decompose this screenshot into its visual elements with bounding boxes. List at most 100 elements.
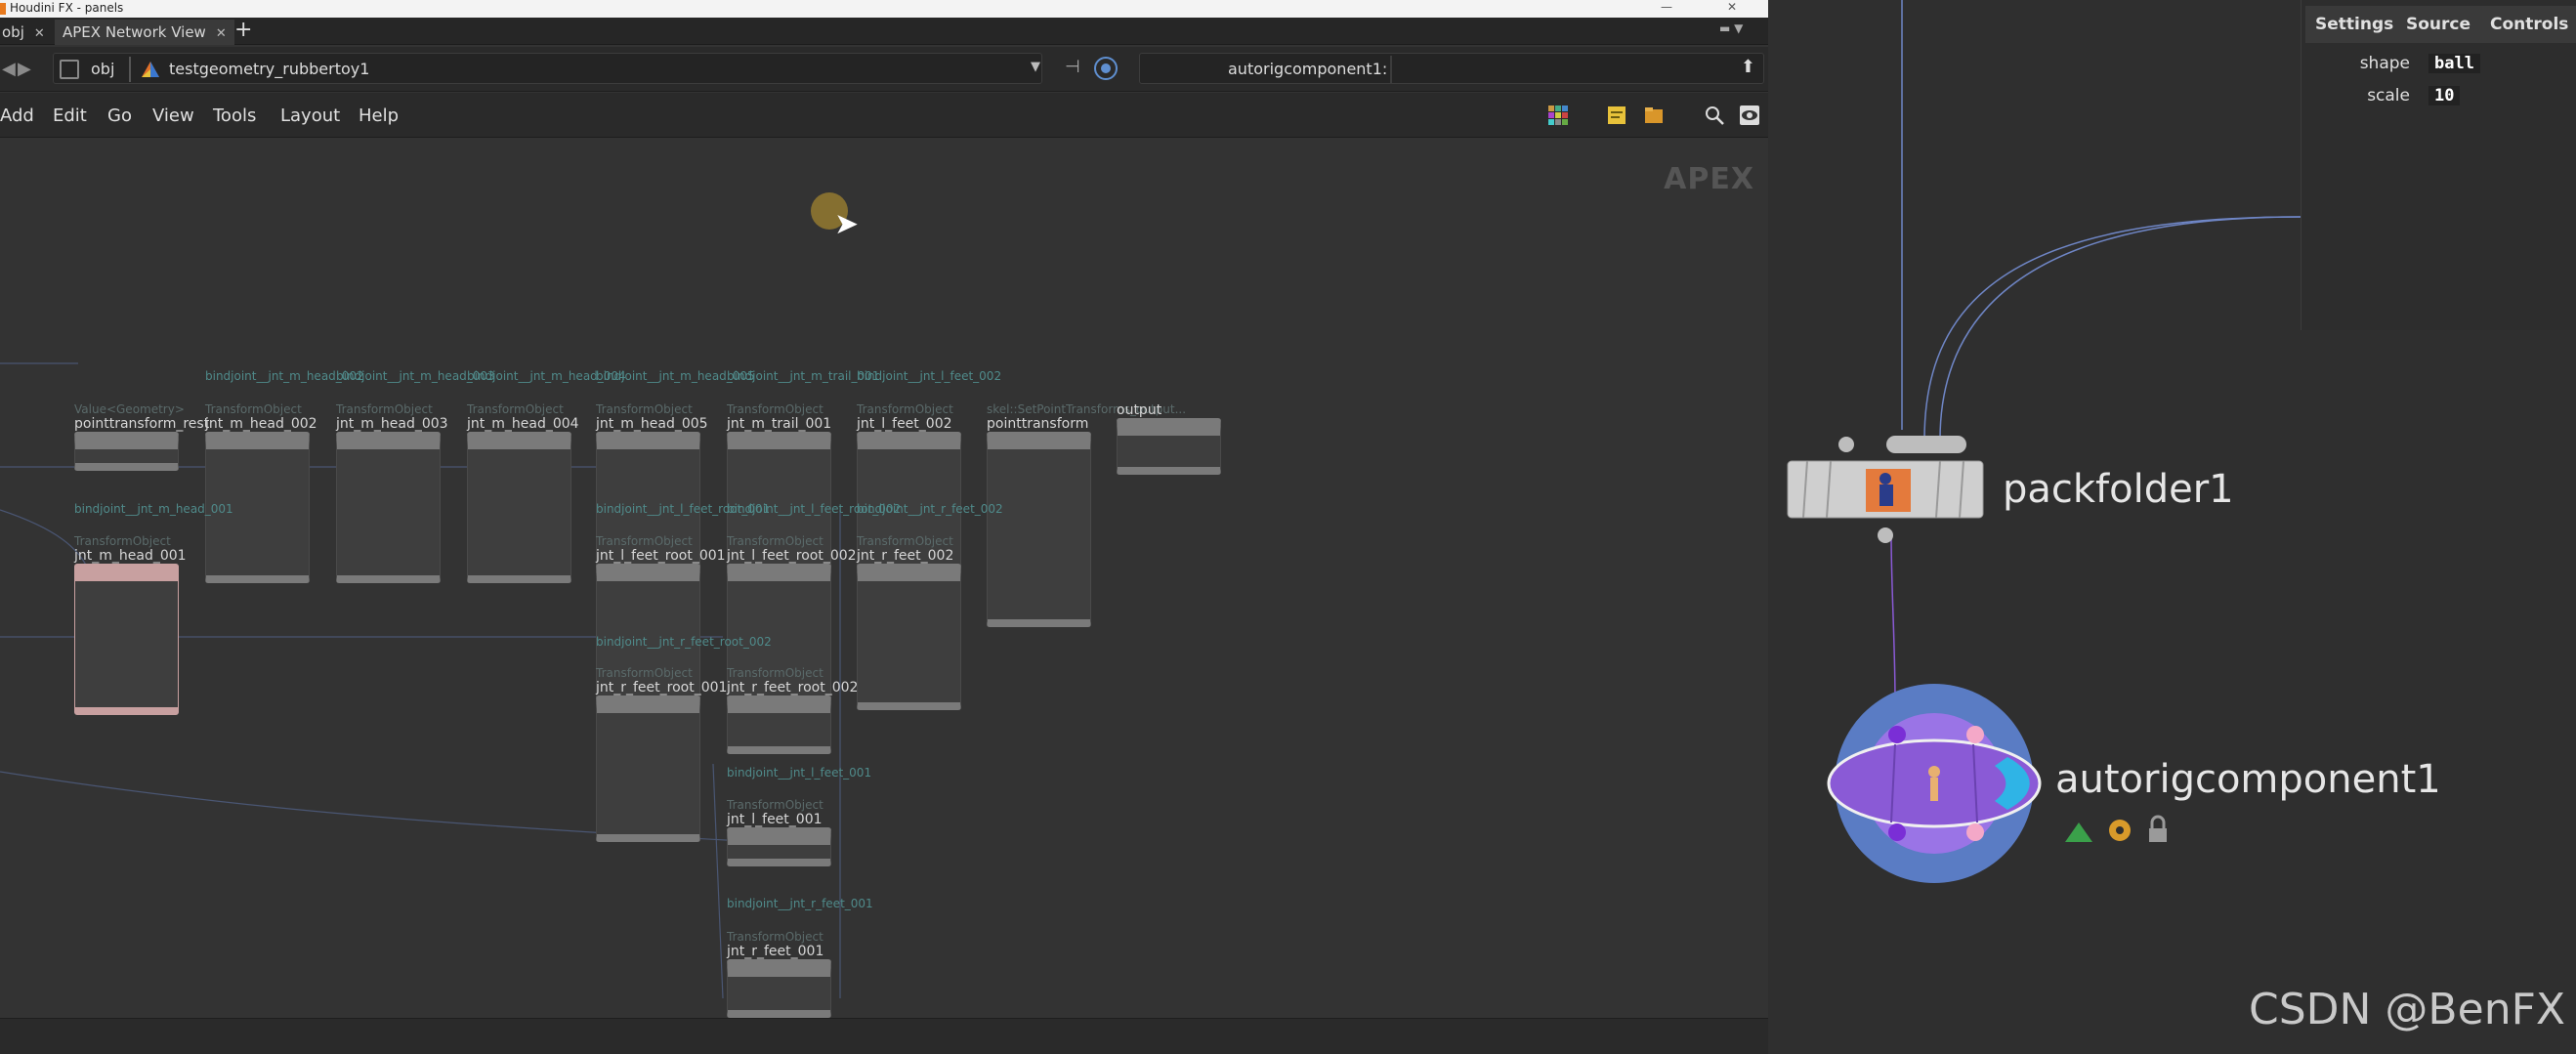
path-dropdown-icon[interactable]: ▼ (1031, 60, 1040, 74)
close-tab-icon[interactable]: ✕ (34, 26, 45, 41)
node-body[interactable] (336, 432, 441, 583)
autorig-output-dot[interactable] (1966, 823, 1984, 841)
apex-node[interactable]: TransformObject jnt_m_head_003 (336, 402, 448, 583)
node-name: output (1117, 402, 1162, 418)
search-icon[interactable] (1704, 105, 1725, 126)
grid-color-palette-icon[interactable] (1547, 105, 1569, 126)
lock-icon (2149, 828, 2167, 842)
node-category: TransformObject (727, 798, 823, 812)
node-name: jnt_l_feet_001 (727, 812, 823, 827)
apex-badge: APEX (1664, 162, 1754, 196)
apex-node[interactable]: TransformObject jnt_r_feet_root_001 (596, 666, 727, 842)
tab-controls[interactable]: Controls (2480, 6, 2576, 43)
node-body[interactable] (467, 432, 571, 583)
apex-node[interactable]: TransformObject jnt_r_feet_001 (727, 930, 831, 1018)
apex-node[interactable]: TransformObject jnt_m_head_001 (74, 534, 187, 715)
apex-node[interactable]: TransformObject jnt_l_feet_001 (727, 798, 831, 866)
apex-node[interactable]: TransformObject jnt_r_feet_002 (857, 534, 961, 710)
network-path-field[interactable]: obj testgeometry_rubbertoy1 ▼ (53, 53, 1042, 84)
window-titlebar: Houdini FX - panels — ✕ (0, 0, 1768, 18)
bind-label: bindjoint__jnt_r_feet_002 (857, 502, 1003, 516)
bind-label: bindjoint__jnt_m_head_001 (74, 502, 233, 516)
network-canvas[interactable]: APEX Value<Geometry> pointtransform_rest… (0, 139, 1768, 1018)
network-box-icon[interactable] (1643, 105, 1665, 126)
node-body[interactable] (74, 432, 179, 471)
autorig-input-dot[interactable] (1888, 726, 1906, 743)
menu-view[interactable]: View (152, 105, 194, 126)
tab-obj[interactable]: obj ✕ (0, 20, 53, 45)
link-target-icon[interactable] (1094, 57, 1118, 80)
pin-icon[interactable]: ⊣ (1065, 57, 1086, 78)
node-name: jnt_m_head_003 (336, 416, 448, 432)
apex-node[interactable]: output (1117, 402, 1221, 475)
node-body[interactable] (857, 564, 961, 710)
add-tab-icon[interactable]: + (234, 18, 254, 43)
status-bar (0, 1018, 1768, 1054)
bind-label: bindjoint__jnt_l_feet_001 (727, 766, 872, 780)
packfolder-input-pill[interactable] (1886, 436, 1966, 453)
node-category: TransformObject (596, 534, 693, 548)
node-body[interactable] (987, 432, 1091, 627)
param-shape-value[interactable]: ball (2428, 54, 2480, 73)
node-name: jnt_r_feet_001 (727, 944, 824, 959)
node-body[interactable] (74, 564, 179, 715)
window-title: Houdini FX - panels (10, 1, 124, 15)
node-name: jnt_m_head_002 (205, 416, 317, 432)
apex-node[interactable]: TransformObject jnt_r_feet_root_002 (727, 666, 858, 754)
menu-add[interactable]: Add (0, 105, 34, 126)
autorig-input-dot[interactable] (1966, 726, 1984, 743)
node-body[interactable] (727, 827, 831, 866)
path-obj[interactable]: obj (91, 60, 114, 78)
back-arrow-icon[interactable]: ◀ (2, 59, 16, 79)
apex-node[interactable]: Value<Geometry> pointtransform_rest (74, 402, 209, 471)
node-name: jnt_m_head_001 (74, 548, 187, 564)
close-tab-icon[interactable]: ✕ (216, 26, 227, 41)
param-scale-label: scale (2367, 86, 2410, 105)
minimize-icon[interactable]: — (1661, 0, 1672, 14)
node-category: TransformObject (857, 534, 953, 548)
bind-label: bindjoint__jnt_l_feet_002 (857, 369, 1002, 383)
apex-node[interactable]: TransformObject jnt_m_head_002 (205, 402, 317, 583)
tab-label: APEX Network View (63, 23, 206, 41)
node-category: TransformObject (74, 534, 171, 548)
param-scale-value[interactable]: 10 (2428, 86, 2461, 105)
path-separator (129, 57, 131, 82)
tab-settings[interactable]: Settings (2305, 6, 2405, 43)
path-geometry[interactable]: testgeometry_rubbertoy1 (169, 60, 369, 78)
node-name: jnt_m_head_005 (596, 416, 708, 432)
menu-edit[interactable]: Edit (53, 105, 87, 126)
packfolder-output-dot[interactable] (1878, 527, 1893, 543)
node-name: jnt_l_feet_root_002 (727, 548, 857, 564)
node-name: jnt_m_head_004 (467, 416, 579, 432)
node-name: jnt_r_feet_root_001 (596, 680, 728, 696)
obj-network-icon (60, 60, 79, 79)
tab-apex-network-view[interactable]: APEX Network View ✕ (55, 20, 234, 45)
node-category: TransformObject (727, 666, 823, 680)
tab-label: obj (2, 23, 24, 41)
autorig-output-dot[interactable] (1888, 823, 1906, 841)
node-name: jnt_l_feet_root_001 (596, 548, 726, 564)
download-icon (2065, 822, 2092, 842)
menu-go[interactable]: Go (107, 105, 132, 126)
node-body[interactable] (727, 696, 831, 754)
forward-arrow-icon[interactable]: ▶ (18, 59, 31, 79)
packfolder-input-dot[interactable] (1838, 437, 1854, 452)
pane-menu-icon[interactable]: ▬ ▼ (1719, 21, 1743, 35)
apex-node[interactable]: TransformObject jnt_m_head_004 (467, 402, 579, 583)
sticky-note-icon[interactable] (1606, 105, 1627, 126)
visibility-eye-icon[interactable] (1739, 105, 1760, 126)
node-path-field[interactable]: autorigcomponent1: ⬆ (1139, 53, 1764, 84)
node-body[interactable] (727, 959, 831, 1018)
node-name: jnt_m_trail_001 (727, 416, 832, 432)
close-window-icon[interactable]: ✕ (1727, 0, 1737, 14)
tab-source[interactable]: Source (2396, 6, 2482, 43)
menu-help[interactable]: Help (359, 105, 399, 126)
menu-layout[interactable]: Layout (280, 105, 340, 126)
menu-tools[interactable]: Tools (213, 105, 256, 126)
go-up-icon[interactable]: ⬆ (1741, 57, 1755, 77)
node-body[interactable] (1117, 418, 1221, 475)
node-body[interactable] (596, 696, 700, 842)
node-category: TransformObject (596, 666, 693, 680)
bind-label: bindjoint__jnt_r_feet_001 (727, 897, 873, 910)
parameter-panel: Settings Source Controls shape ball scal… (2301, 0, 2576, 330)
